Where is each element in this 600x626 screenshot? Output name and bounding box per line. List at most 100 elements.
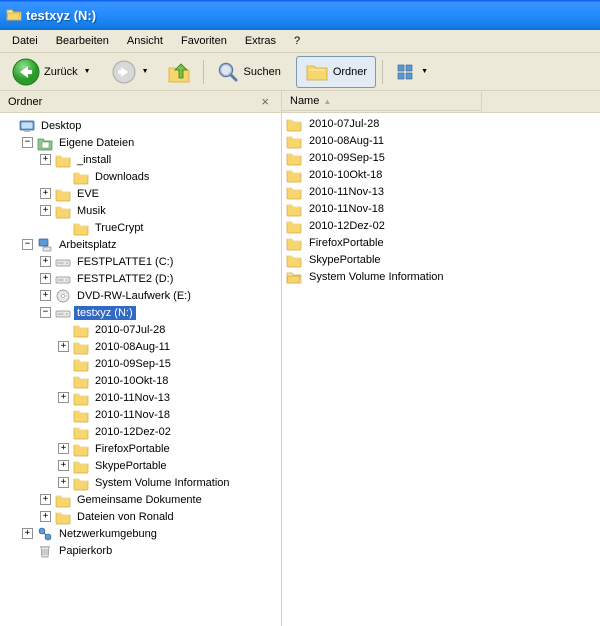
window-title: testxyz (N:) (26, 8, 96, 23)
menu-extras[interactable]: Extras (237, 32, 284, 50)
folder-icon (286, 184, 302, 200)
tree-item-label: Eigene Dateien (56, 136, 137, 150)
views-button[interactable]: ▼ (389, 58, 434, 86)
tree-item[interactable]: 2010-10Okt-18 (0, 372, 281, 389)
tree-item-label: Musik (74, 204, 109, 218)
menu-edit[interactable]: Bearbeiten (48, 32, 117, 50)
expand-icon[interactable]: + (40, 290, 51, 301)
expand-icon[interactable]: + (40, 273, 51, 284)
up-button[interactable] (161, 56, 197, 88)
expand-icon[interactable]: + (58, 392, 69, 403)
tree-item[interactable]: −testxyz (N:) (0, 304, 281, 321)
list-item[interactable]: 2010-07Jul-28 (282, 115, 600, 132)
folder-tree[interactable]: Desktop − Eigene Dateien+_installDownloads… (0, 113, 282, 626)
sort-asc-icon: ▲ (323, 97, 331, 106)
tree-item[interactable]: +2010-08Aug-11 (0, 338, 281, 355)
tree-item-label: FirefoxPortable (92, 442, 173, 456)
folder-icon (73, 424, 89, 440)
collapse-icon[interactable]: − (40, 307, 51, 318)
tree-item-label: System Volume Information (92, 476, 233, 490)
menu-help[interactable]: ? (286, 32, 308, 50)
expand-spacer (58, 375, 69, 386)
folder-icon (73, 339, 89, 355)
folders-button[interactable]: Ordner (296, 56, 376, 88)
expand-spacer (4, 120, 15, 131)
list-item-label: 2010-08Aug-11 (306, 134, 387, 148)
tree-item[interactable]: +DVD-RW-Laufwerk (E:) (0, 287, 281, 304)
tree-item[interactable]: TrueCrypt (0, 219, 281, 236)
tree-item[interactable]: + FESTPLATTE2 (D:) (0, 270, 281, 287)
tree-item[interactable]: +EVE (0, 185, 281, 202)
expand-icon[interactable]: + (58, 460, 69, 471)
list-item-label: 2010-11Nov-13 (306, 185, 387, 199)
tree-item[interactable]: −Arbeitsplatz (0, 236, 281, 253)
tree-item[interactable]: +Netzwerkumgebung (0, 525, 281, 542)
list-item[interactable]: 2010-10Okt-18 (282, 166, 600, 183)
expand-icon[interactable]: + (40, 494, 51, 505)
views-icon (395, 62, 415, 82)
list-item[interactable]: 2010-11Nov-18 (282, 200, 600, 217)
expand-icon[interactable]: + (58, 477, 69, 488)
tree-item[interactable]: 2010-09Sep-15 (0, 355, 281, 372)
expand-icon[interactable]: + (40, 256, 51, 267)
tree-item[interactable]: 2010-11Nov-18 (0, 406, 281, 423)
folder-up-icon (167, 60, 191, 84)
chevron-down-icon[interactable]: ▼ (421, 68, 428, 75)
expand-icon[interactable]: + (22, 528, 33, 539)
folder-icon (55, 492, 71, 508)
menu-favorites[interactable]: Favoriten (173, 32, 235, 50)
tree-item-label: Papierkorb (56, 544, 115, 558)
tree-item[interactable]: +_install (0, 151, 281, 168)
collapse-icon[interactable]: − (22, 137, 33, 148)
tree-item[interactable]: Desktop (0, 117, 281, 134)
tree-item[interactable]: Papierkorb (0, 542, 281, 559)
close-tree-button[interactable]: × (257, 94, 273, 109)
chevron-down-icon[interactable]: ▼ (142, 68, 149, 75)
back-icon (12, 58, 40, 86)
tree-item[interactable]: Downloads (0, 168, 281, 185)
tree-item-label: 2010-10Okt-18 (92, 374, 171, 388)
titlebar[interactable]: testxyz (N:) (0, 0, 600, 30)
tree-item[interactable]: + FESTPLATTE1 (C:) (0, 253, 281, 270)
list-item[interactable]: SkypePortable (282, 251, 600, 268)
list-item[interactable]: 2010-08Aug-11 (282, 132, 600, 149)
folder-icon (286, 116, 302, 132)
tree-item[interactable]: 2010-07Jul-28 (0, 321, 281, 338)
chevron-down-icon[interactable]: ▼ (84, 68, 91, 75)
tree-item[interactable]: +SkypePortable (0, 457, 281, 474)
search-button[interactable]: Suchen (210, 56, 290, 88)
list-item[interactable]: 2010-12Dez-02 (282, 217, 600, 234)
list-item[interactable]: 2010-09Sep-15 (282, 149, 600, 166)
list-item[interactable]: 2010-11Nov-13 (282, 183, 600, 200)
folder-icon (73, 441, 89, 457)
tree-item[interactable]: +Dateien von Ronald (0, 508, 281, 525)
folder-open-icon (286, 269, 302, 285)
tree-item-label: FESTPLATTE1 (C:) (74, 255, 176, 269)
expand-icon[interactable]: + (40, 511, 51, 522)
expand-spacer (58, 171, 69, 182)
collapse-icon[interactable]: − (22, 239, 33, 250)
list-item[interactable]: FirefoxPortable (282, 234, 600, 251)
mypc-icon (37, 237, 53, 253)
list-item[interactable]: System Volume Information (282, 268, 600, 285)
menu-view[interactable]: Ansicht (119, 32, 171, 50)
tree-item[interactable]: − Eigene Dateien (0, 134, 281, 151)
tree-item[interactable]: +Gemeinsame Dokumente (0, 491, 281, 508)
tree-item-label: FESTPLATTE2 (D:) (74, 272, 176, 286)
menu-file[interactable]: Datei (4, 32, 46, 50)
expand-icon[interactable]: + (40, 205, 51, 216)
expand-icon[interactable]: + (58, 341, 69, 352)
tree-item[interactable]: + FirefoxPortable (0, 440, 281, 457)
tree-item[interactable]: + Musik (0, 202, 281, 219)
tree-item[interactable]: 2010-12Dez-02 (0, 423, 281, 440)
back-button[interactable]: Zurück ▼ (6, 54, 100, 90)
tree-item[interactable]: +2010-11Nov-13 (0, 389, 281, 406)
folders-label: Ordner (333, 66, 367, 78)
file-list[interactable]: 2010-07Jul-282010-08Aug-112010-09Sep-152… (282, 113, 600, 626)
forward-button[interactable]: ▼ (106, 56, 155, 88)
expand-icon[interactable]: + (40, 188, 51, 199)
expand-icon[interactable]: + (58, 443, 69, 454)
column-name[interactable]: Name ▲ (282, 92, 482, 111)
expand-icon[interactable]: + (40, 154, 51, 165)
tree-item[interactable]: + System Volume Information (0, 474, 281, 491)
